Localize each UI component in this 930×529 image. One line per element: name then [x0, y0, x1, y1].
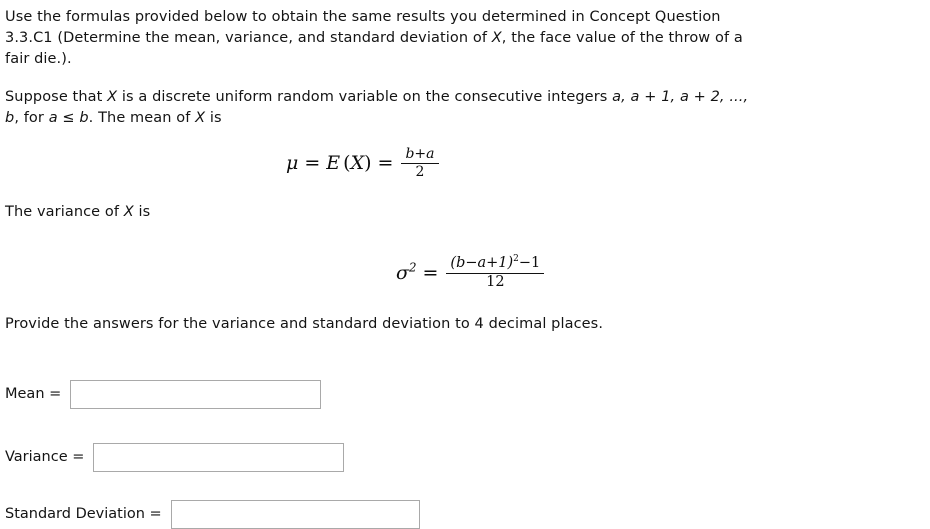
- variance-lead-suffix: is: [133, 204, 151, 221]
- mean-equals-first: =: [304, 152, 321, 175]
- setup-middle: is a discrete uniform random variable on…: [117, 89, 613, 105]
- intro-line-2-variable: X: [491, 30, 502, 46]
- mean-fraction: b+a 2: [401, 146, 439, 180]
- setup-mean-text: . The mean of: [88, 110, 196, 126]
- variance-answer-row: Variance =: [5, 442, 930, 472]
- paren-close: ): [364, 152, 372, 175]
- variance-equals: =: [422, 262, 439, 285]
- variance-label: Variance =: [5, 449, 85, 466]
- setup-for-text: , for: [14, 110, 49, 126]
- mean-input[interactable]: [70, 379, 322, 409]
- mu-symbol: μ: [286, 152, 299, 175]
- setup-variable-x2: X: [195, 110, 206, 126]
- sigma-glyph: σ: [396, 262, 409, 285]
- mean-numerator: b+a: [405, 146, 435, 162]
- variance-numerator-tail: −1: [518, 255, 541, 272]
- variance-lead-prefix: The variance of: [5, 204, 124, 221]
- paren-open: (: [343, 152, 351, 175]
- mean-equals-second: =: [377, 152, 394, 175]
- mean-formula: μ = E (X) = b+a 2: [286, 147, 441, 179]
- mean-answer-row: Mean =: [5, 379, 930, 409]
- variance-input[interactable]: [93, 442, 345, 472]
- variance-lead-variable: X: [123, 204, 134, 221]
- mean-formula-row: μ = E (X) = b+a 2: [286, 147, 930, 179]
- setup-prefix: Suppose that: [5, 89, 108, 105]
- standard-deviation-input[interactable]: [170, 499, 420, 529]
- sigma-exponent: 2: [408, 260, 417, 275]
- variance-denominator: 12: [446, 272, 545, 290]
- variance-numerator: (b−a+1)2−1: [446, 255, 544, 272]
- standard-deviation-answer-row: Standard Deviation =: [5, 499, 930, 529]
- variance-numerator-base: (b−a+1): [450, 255, 514, 272]
- random-variable-x: X: [350, 152, 365, 175]
- setup-variable-x: X: [107, 89, 118, 105]
- setup-variable-b: b: [5, 110, 15, 126]
- intro-line-2-prefix: 3.3.C1 (Determine the mean, variance, an…: [5, 30, 492, 46]
- setup-paragraph: Suppose that X is a discrete uniform ran…: [5, 87, 930, 129]
- question-body: Use the formulas provided below to obtai…: [5, 4, 930, 529]
- expectation-operator: E: [326, 152, 341, 175]
- variance-fraction: (b−a+1)2−1 12: [446, 255, 545, 290]
- intro-line-3: fair die.).: [5, 51, 72, 67]
- intro-line-1: Use the formulas provided below to obtai…: [5, 9, 721, 25]
- intro-paragraph: Use the formulas provided below to obtai…: [5, 7, 930, 70]
- mean-denominator: 2: [401, 162, 439, 180]
- setup-is-text: is: [205, 110, 222, 126]
- instructions-paragraph: Provide the answers for the variance and…: [5, 315, 604, 332]
- intro-line-2-suffix: , the face value of the throw of a: [501, 30, 743, 46]
- variance-formula-row: σ2 = (b−a+1)2−1 12: [396, 255, 930, 290]
- variance-lead-paragraph: The variance of X is: [5, 202, 930, 223]
- setup-sequence: a, a + 1, a + 2, ...,: [612, 89, 749, 105]
- setup-condition: a ≤ b: [48, 110, 89, 126]
- mean-label: Mean =: [5, 386, 62, 403]
- variance-formula: σ2 = (b−a+1)2−1 12: [396, 255, 546, 290]
- sigma-symbol: σ2: [396, 262, 416, 284]
